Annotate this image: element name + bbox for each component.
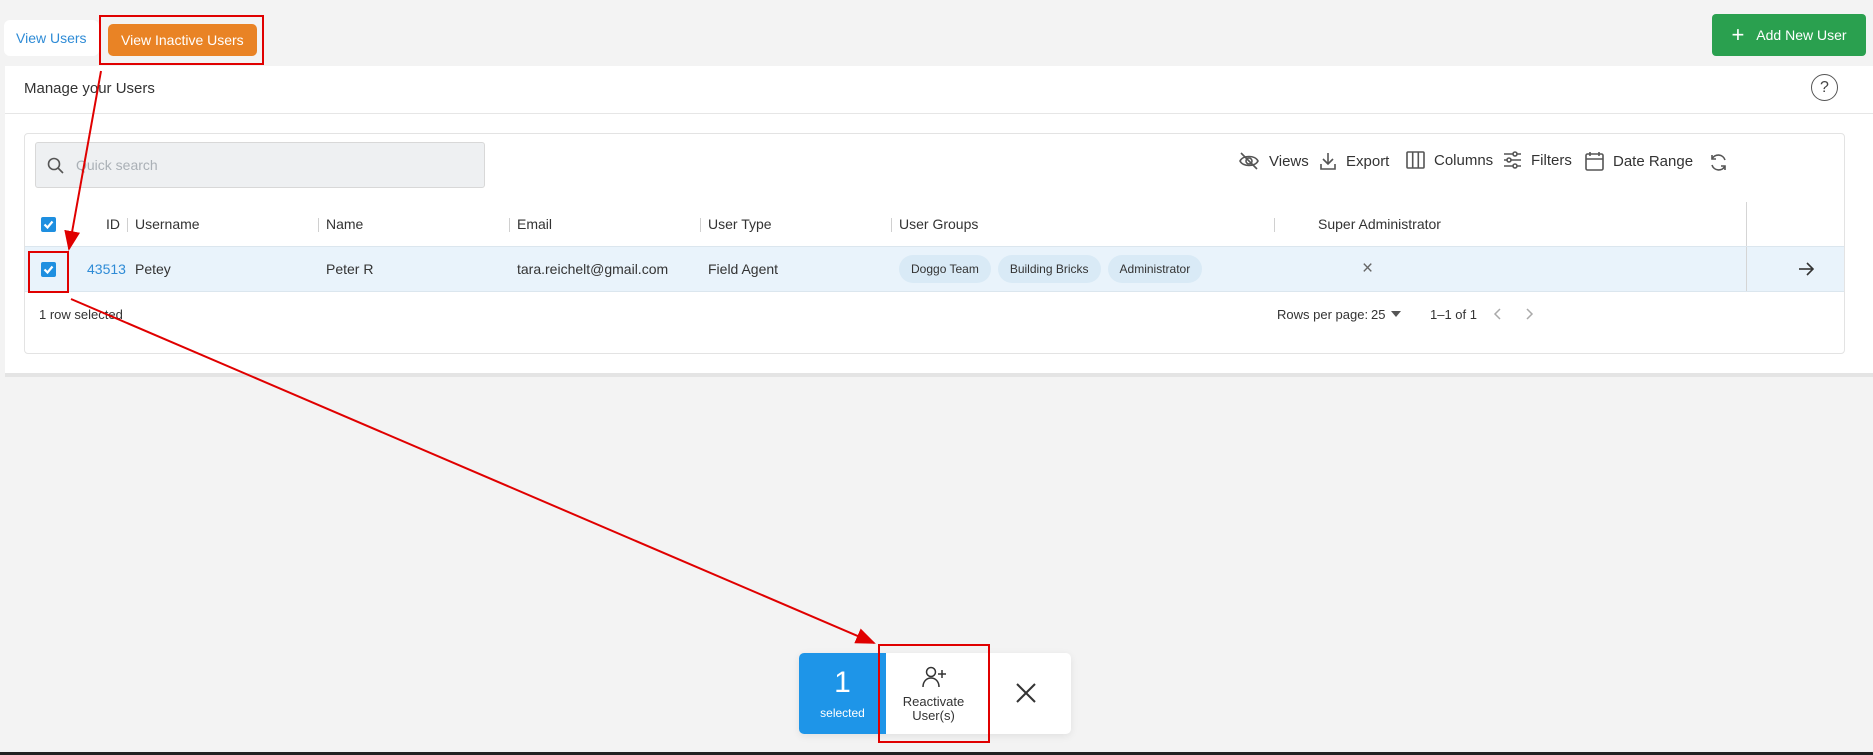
date-range-label: Date Range: [1613, 152, 1694, 170]
column-separator[interactable]: [509, 218, 510, 232]
eye-off-icon: [1239, 152, 1259, 170]
column-separator[interactable]: [318, 218, 319, 232]
calendar-icon: [1585, 152, 1604, 171]
select-all-cell: [41, 202, 56, 246]
header-user-type[interactable]: User Type: [708, 202, 772, 246]
header-username[interactable]: Username: [135, 202, 200, 246]
user-groups-cell: Doggo Team Building Bricks Administrator: [899, 247, 1209, 291]
sliders-icon: [1504, 151, 1521, 169]
chevron-right-icon: [1526, 308, 1534, 320]
column-separator[interactable]: [700, 218, 701, 232]
manage-users-card: Manage your Users ? Views Export: [5, 66, 1873, 377]
username-cell: Petey: [135, 261, 171, 277]
reactivate-label: Reactivate User(s): [902, 694, 965, 723]
views-button[interactable]: Views: [1238, 151, 1309, 171]
search-input[interactable]: [76, 157, 456, 173]
header-super-admin[interactable]: Super Administrator: [1318, 202, 1441, 246]
quick-search: [35, 142, 485, 188]
selected-count: 1: [834, 665, 851, 699]
email-cell: tara.reichelt@gmail.com: [517, 261, 669, 277]
add-new-user-label: Add New User: [1756, 27, 1847, 43]
refresh-icon: [1711, 154, 1726, 171]
user-type-cell: Field Agent: [708, 261, 779, 277]
rows-per-page-value: 25: [1371, 306, 1386, 322]
rows-per-page-label: Rows per page:: [1277, 306, 1369, 322]
select-all-checkbox[interactable]: [41, 216, 56, 232]
tab-view-users[interactable]: View Users: [4, 20, 99, 56]
plus-icon: +: [1731, 22, 1745, 47]
header-name[interactable]: Name: [326, 202, 363, 246]
columns-button[interactable]: Columns: [1406, 151, 1493, 169]
export-button[interactable]: Export: [1319, 151, 1389, 171]
users-data-grid: Views Export Columns Filters Date R: [24, 133, 1845, 354]
column-separator[interactable]: [1274, 218, 1275, 232]
divider: [5, 113, 1873, 114]
download-icon: [1320, 153, 1336, 170]
views-label: Views: [1269, 152, 1309, 170]
rows-per-page-select[interactable]: 25: [1371, 292, 1402, 336]
header-id[interactable]: ID: [106, 202, 120, 246]
column-separator: [1746, 202, 1747, 246]
selected-count-badge: 1 selected: [799, 653, 886, 734]
tab-view-inactive-users[interactable]: View Inactive Users: [108, 24, 257, 56]
filters-button[interactable]: Filters: [1503, 151, 1572, 169]
user-id-link[interactable]: 43513: [87, 247, 126, 291]
filters-label: Filters: [1531, 151, 1572, 169]
search-icon: [47, 157, 64, 174]
add-new-user-button[interactable]: + Add New User: [1712, 14, 1866, 56]
row-checkbox[interactable]: [41, 261, 56, 277]
user-plus-icon: [921, 667, 946, 688]
help-icon[interactable]: ?: [1811, 74, 1838, 101]
pagination-range: 1–1 of 1: [1430, 306, 1477, 322]
reactivate-users-button[interactable]: Reactivate User(s): [888, 659, 979, 729]
group-chip: Doggo Team: [899, 255, 991, 283]
columns-label: Columns: [1434, 151, 1494, 169]
header-email[interactable]: Email: [517, 202, 552, 246]
table-row[interactable]: 43513 Petey Peter R tara.reichelt@gmail.…: [25, 246, 1844, 292]
bulk-action-bar: 1 selected Reactivate User(s): [799, 653, 1071, 734]
close-action-bar-button[interactable]: [1011, 678, 1041, 708]
group-chip: Administrator: [1107, 255, 1203, 283]
caret-down-icon: [1391, 311, 1402, 317]
prev-page-button[interactable]: [1493, 292, 1501, 336]
close-icon: [1016, 683, 1036, 703]
table-footer: 1 row selected Rows per page: 25 1–1 of …: [25, 292, 1844, 338]
date-range-button[interactable]: Date Range: [1585, 151, 1693, 171]
open-row-button[interactable]: [1798, 247, 1814, 291]
check-icon: [43, 265, 54, 274]
columns-icon: [1406, 151, 1425, 169]
selected-rows-text: 1 row selected: [39, 306, 123, 322]
column-separator[interactable]: [127, 218, 128, 232]
group-chip: Building Bricks: [997, 255, 1101, 283]
export-label: Export: [1346, 152, 1390, 170]
chevron-left-icon: [1493, 308, 1501, 320]
selected-label: selected: [820, 705, 865, 720]
column-separator[interactable]: [891, 218, 892, 232]
name-cell: Peter R: [326, 261, 374, 277]
check-icon: [43, 220, 54, 229]
arrow-right-icon: [1799, 262, 1814, 276]
refresh-button[interactable]: [1709, 153, 1728, 172]
row-separator: [1746, 247, 1747, 291]
header-user-groups[interactable]: User Groups: [899, 202, 978, 246]
next-page-button[interactable]: [1526, 292, 1534, 336]
table-header: ID Username Name Email User Type User Gr…: [25, 202, 1844, 246]
super-admin-false-icon: ×: [1362, 258, 1374, 279]
row-select-cell: [41, 247, 56, 291]
page-title: Manage your Users: [24, 80, 155, 97]
